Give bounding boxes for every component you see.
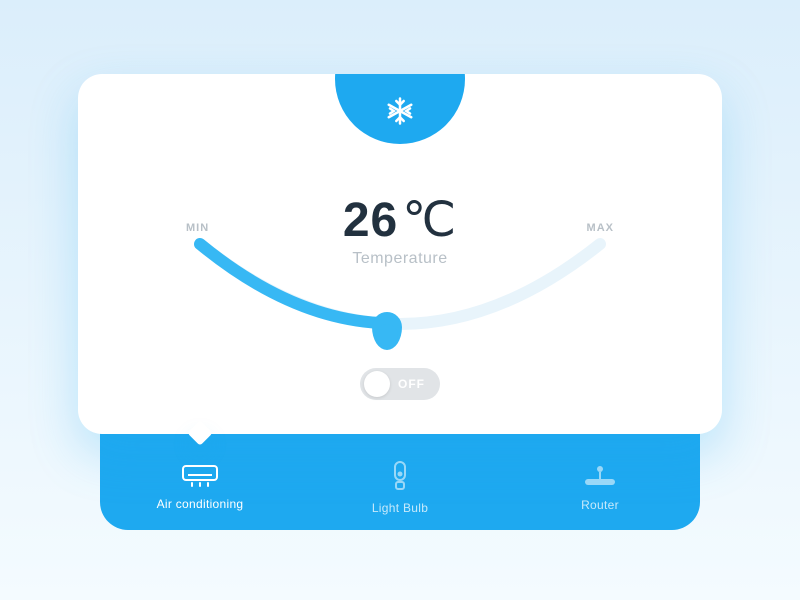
ac-icon <box>182 465 218 487</box>
tab-label: Router <box>581 498 619 512</box>
power-toggle[interactable]: OFF <box>360 368 440 400</box>
device-card: 26℃ Temperature MIN MAX OFF <box>78 74 722 434</box>
tab-air-conditioning[interactable]: Air conditioning <box>125 465 275 511</box>
tab-router[interactable]: Router <box>525 464 675 512</box>
snowflake-icon <box>385 96 415 126</box>
bulb-icon <box>390 461 410 491</box>
tab-light-bulb[interactable]: Light Bulb <box>325 461 475 515</box>
router-icon <box>583 464 617 488</box>
toggle-state-label: OFF <box>398 377 425 391</box>
mode-badge <box>335 74 465 144</box>
tab-label: Light Bulb <box>372 501 428 515</box>
temperature-slider[interactable] <box>170 194 630 374</box>
tab-label: Air conditioning <box>157 497 244 511</box>
toggle-knob <box>364 371 390 397</box>
device-tab-bar: Air conditioning Light Bulb Router <box>100 446 700 530</box>
